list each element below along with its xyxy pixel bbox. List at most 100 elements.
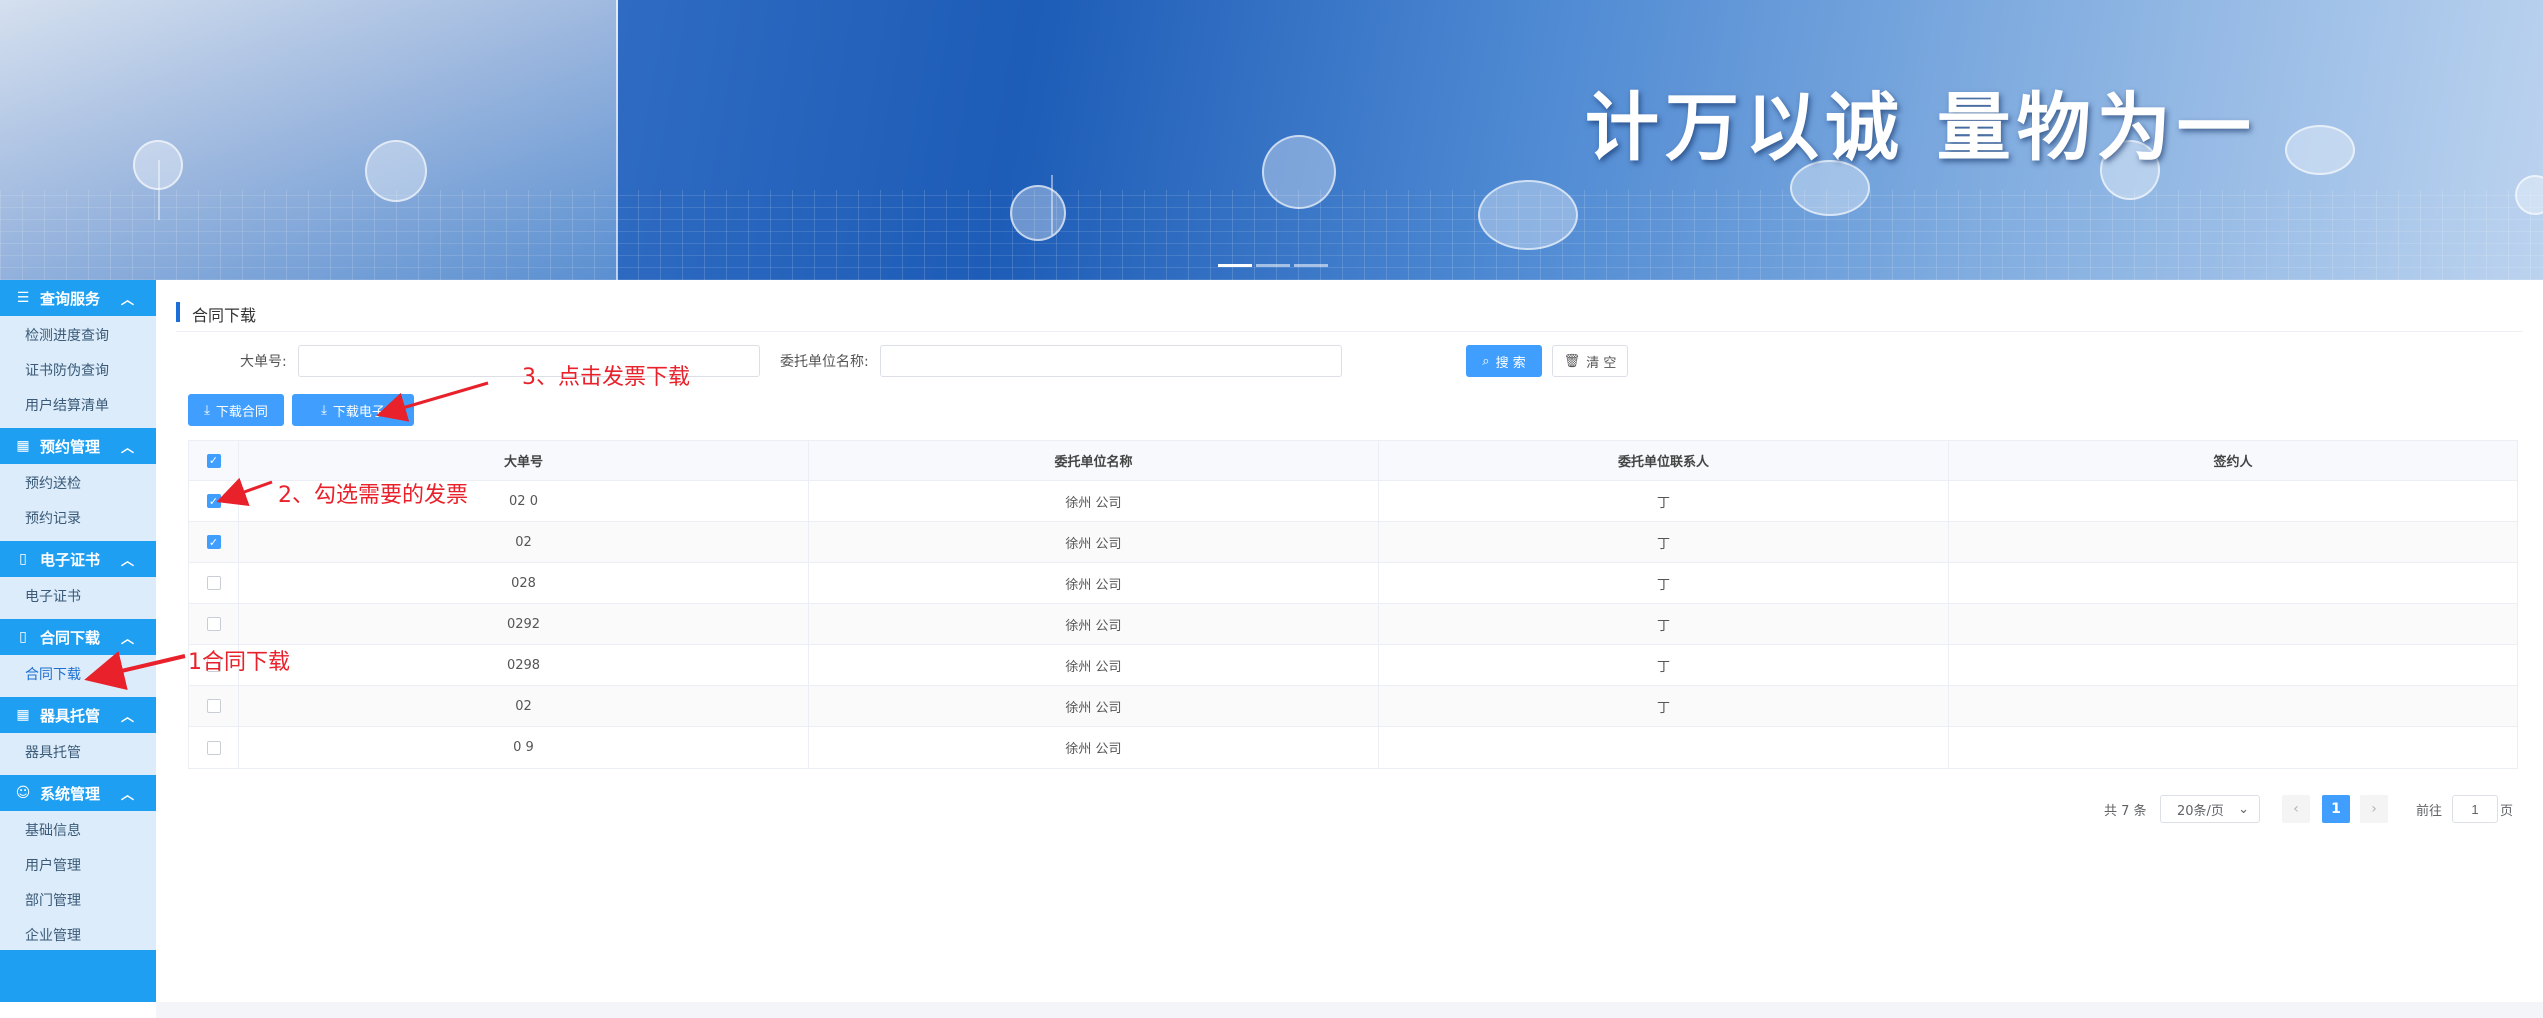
download-contract-label: 下载合同 (215, 404, 268, 420)
client-unit-input[interactable] (880, 345, 1342, 377)
sidebar-item-user-management[interactable]: 用户管理 (0, 849, 156, 884)
contact-cell: 丁 (1379, 481, 1949, 521)
sidebar-group-appointment[interactable]: ▦ 预约管理 ︿ (0, 428, 156, 464)
contact-cell (1379, 727, 1949, 768)
chevron-up-icon: ︿ (120, 788, 134, 803)
order-number-cell: 02 (239, 686, 809, 726)
sidebar-item-basic-info[interactable]: 基础信息 (0, 814, 156, 849)
sidebar-group-contract-download[interactable]: ▯ 合同下载 ︿ (0, 619, 156, 655)
sidebar-item-appointment-submit[interactable]: 预约送检 (0, 467, 156, 502)
table-row[interactable]: 0292 徐州 公司 丁 (189, 604, 2517, 645)
annotation-step3: 3、点击发票下载 (522, 365, 690, 390)
row-select-cell (189, 686, 239, 726)
sidebar-group-query[interactable]: ☰ 查询服务 ︿ (0, 280, 156, 316)
table-row[interactable]: ✓ 02 徐州 公司 丁 (189, 522, 2517, 563)
sidebar-group-title: 系统管理 (40, 784, 101, 803)
sidebar-item-department-management[interactable]: 部门管理 (0, 884, 156, 919)
download-contract-button[interactable]: ⤓ 下载合同 (188, 394, 284, 426)
page-header: 合同下载 (176, 300, 2523, 332)
chevron-up-icon: ︿ (120, 632, 134, 647)
row-checkbox[interactable]: ✓ (206, 494, 221, 508)
contract-table: ✓ 大单号 委托单位名称 委托单位联系人 签约人 ✓ 02 0 徐州 公司 丁 … (188, 440, 2518, 769)
trash-icon: 🗑 (1563, 353, 1581, 369)
sidebar-item-instrument-hosting[interactable]: 器具托管 (0, 736, 156, 771)
select-all-cell: ✓ (189, 441, 239, 480)
download-invoice-button[interactable]: ⤓ 下载电子 (292, 394, 414, 426)
carousel-dot[interactable] (1256, 264, 1290, 267)
signer-cell (1949, 522, 2517, 562)
select-all-checkbox[interactable]: ✓ (206, 453, 221, 468)
table-row[interactable]: ✓ 02 0 徐州 公司 丁 (189, 481, 2517, 522)
main-content: 合同下载 大单号: 委托单位名称: ⌕ 搜 索 🗑 清 空 ⤓ 下载合同 ⤓ 下… (156, 280, 2543, 1018)
sidebar: ☰ 查询服务 ︿ 检测进度查询 证书防伪查询 用户结算清单 ▦ 预约管理 ︿ 预… (0, 280, 156, 1002)
page-unit-label: 页 (2500, 804, 2514, 819)
sidebar-item-appointment-records[interactable]: 预约记录 (0, 502, 156, 537)
prev-page-button[interactable]: ‹ (2282, 795, 2310, 823)
contact-cell: 丁 (1379, 604, 1949, 644)
next-page-button[interactable]: › (2360, 795, 2388, 823)
chevron-up-icon: ︿ (120, 441, 134, 456)
contact-cell: 丁 (1379, 645, 1949, 685)
carousel-dot[interactable] (1218, 264, 1252, 267)
signer-cell (1949, 686, 2517, 726)
sidebar-item-enterprise-management[interactable]: 企业管理 (0, 919, 156, 954)
thermometer-icon (1010, 185, 1066, 241)
row-checkbox[interactable] (206, 740, 221, 755)
download-icon: ⤓ (204, 402, 210, 418)
radiation-icon (133, 140, 183, 190)
goto-page-input[interactable] (2452, 795, 2498, 823)
document-icon: ▯ (19, 629, 27, 645)
column-header[interactable]: 委托单位名称 (809, 441, 1379, 480)
sidebar-item-certificate-verify[interactable]: 证书防伪查询 (0, 354, 156, 389)
row-checkbox[interactable] (206, 699, 221, 713)
column-header[interactable]: 签约人 (1949, 441, 2517, 480)
search-button[interactable]: ⌕ 搜 索 (1466, 345, 1542, 377)
pressure-icon (2285, 125, 2355, 175)
sidebar-group-title: 预约管理 (40, 437, 101, 456)
banner-slogan: 计万以诚 量物为一 (1585, 85, 2257, 171)
order-number-cell: 0 9 (239, 727, 809, 768)
sidebar-item-e-certificate[interactable]: 电子证书 (0, 580, 156, 615)
annotation-step1: 1合同下载 (188, 650, 290, 675)
page-size-select[interactable]: 20条/页 ⌄ (2160, 795, 2260, 823)
download-invoice-label: 下载电子 (332, 404, 385, 420)
chevron-up-icon: ︿ (120, 710, 134, 725)
sidebar-item-progress-query[interactable]: 检测进度查询 (0, 319, 156, 354)
table-row[interactable]: 0298 徐州 公司 丁 (189, 645, 2517, 686)
sidebar-group-system-management[interactable]: ☺ 系统管理 ︿ (0, 775, 156, 811)
chevron-left-icon: ‹ (2293, 801, 2299, 817)
row-select-cell: ✓ (189, 522, 239, 562)
signer-cell (1949, 727, 2517, 768)
page-number-button[interactable]: 1 (2322, 795, 2350, 823)
order-number-cell: 028 (239, 563, 809, 603)
sidebar-item-settlement-list[interactable]: 用户结算清单 (0, 389, 156, 424)
row-checkbox[interactable] (206, 617, 221, 631)
carousel-indicators[interactable] (1218, 264, 1328, 267)
signer-cell (1949, 563, 2517, 603)
table-row[interactable]: 02 徐州 公司 丁 (189, 686, 2517, 727)
sidebar-group-title: 电子证书 (40, 550, 101, 569)
sidebar-item-contract-download[interactable]: 合同下载 (0, 658, 156, 693)
row-checkbox[interactable]: ✓ (206, 535, 221, 549)
table-row[interactable]: 028 徐州 公司 丁 (189, 563, 2517, 604)
column-header[interactable]: 委托单位联系人 (1379, 441, 1949, 480)
search-button-label: 搜 索 (1495, 355, 1526, 371)
column-header[interactable]: 大单号 (239, 441, 809, 480)
contact-cell: 丁 (1379, 563, 1949, 603)
chevron-up-icon: ︿ (120, 293, 134, 308)
sidebar-group-title: 合同下载 (40, 628, 101, 647)
pagination-total: 共 7 条 (2104, 804, 2147, 819)
row-checkbox[interactable] (206, 576, 221, 590)
list-icon: ☰ (16, 290, 30, 306)
carousel-dot[interactable] (1294, 264, 1328, 267)
annotation-step2: 2、勾选需要的发票 (278, 483, 468, 508)
client-unit-cell: 徐州 公司 (809, 481, 1379, 521)
sidebar-group-instrument-hosting[interactable]: ▦ 器具托管 ︿ (0, 697, 156, 733)
table-header-row: ✓ 大单号 委托单位名称 委托单位联系人 签约人 (189, 441, 2517, 481)
search-icon: ⌕ (1482, 353, 1490, 369)
sidebar-group-title: 器具托管 (40, 706, 101, 725)
table-row[interactable]: 0 9 徐州 公司 (189, 727, 2517, 768)
sidebar-group-e-certificate[interactable]: ▯ 电子证书 ︿ (0, 541, 156, 577)
user-icon: ☺ (15, 785, 31, 801)
clear-button[interactable]: 🗑 清 空 (1552, 345, 1628, 377)
